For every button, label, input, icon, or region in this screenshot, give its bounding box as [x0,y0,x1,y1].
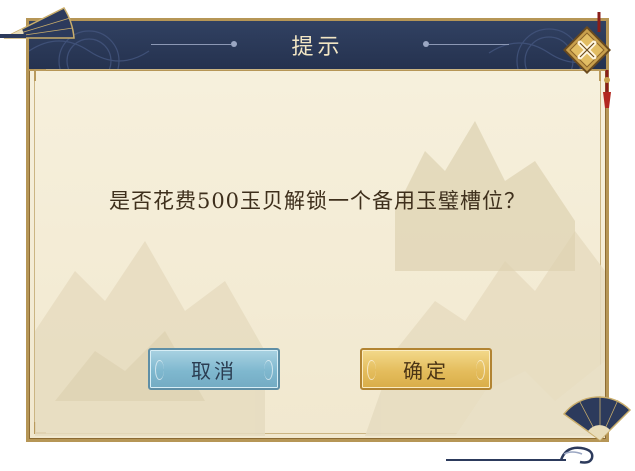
dialog-title: 提示 [291,35,344,60]
cloud-swirl-icon [446,446,594,464]
folding-fan-icon [0,7,75,39]
title-divider-right [429,44,509,45]
unlock-slot-dialog: 提示 是否花费500玉贝解锁一个备用玉璧槽位？ 取消 确定 [26,18,609,442]
cancel-button-label: 取消 [191,358,237,383]
button-ornament [476,360,485,380]
tassel-top-icon [597,12,601,32]
button-ornament [155,360,164,380]
close-icon [562,25,612,75]
button-ornament [264,360,273,380]
confirm-button-label: 确定 [403,358,449,383]
dialog-title-bar: 提示 [29,21,606,71]
dialog-message: 是否花费500玉贝解锁一个备用玉璧槽位？ [108,189,527,213]
cancel-button[interactable]: 取消 [148,348,280,390]
close-button[interactable] [562,25,612,75]
confirm-button[interactable]: 确定 [360,348,492,390]
tassel-icon [603,70,611,108]
button-ornament [367,360,376,380]
ink-mountain-background [35,121,605,436]
